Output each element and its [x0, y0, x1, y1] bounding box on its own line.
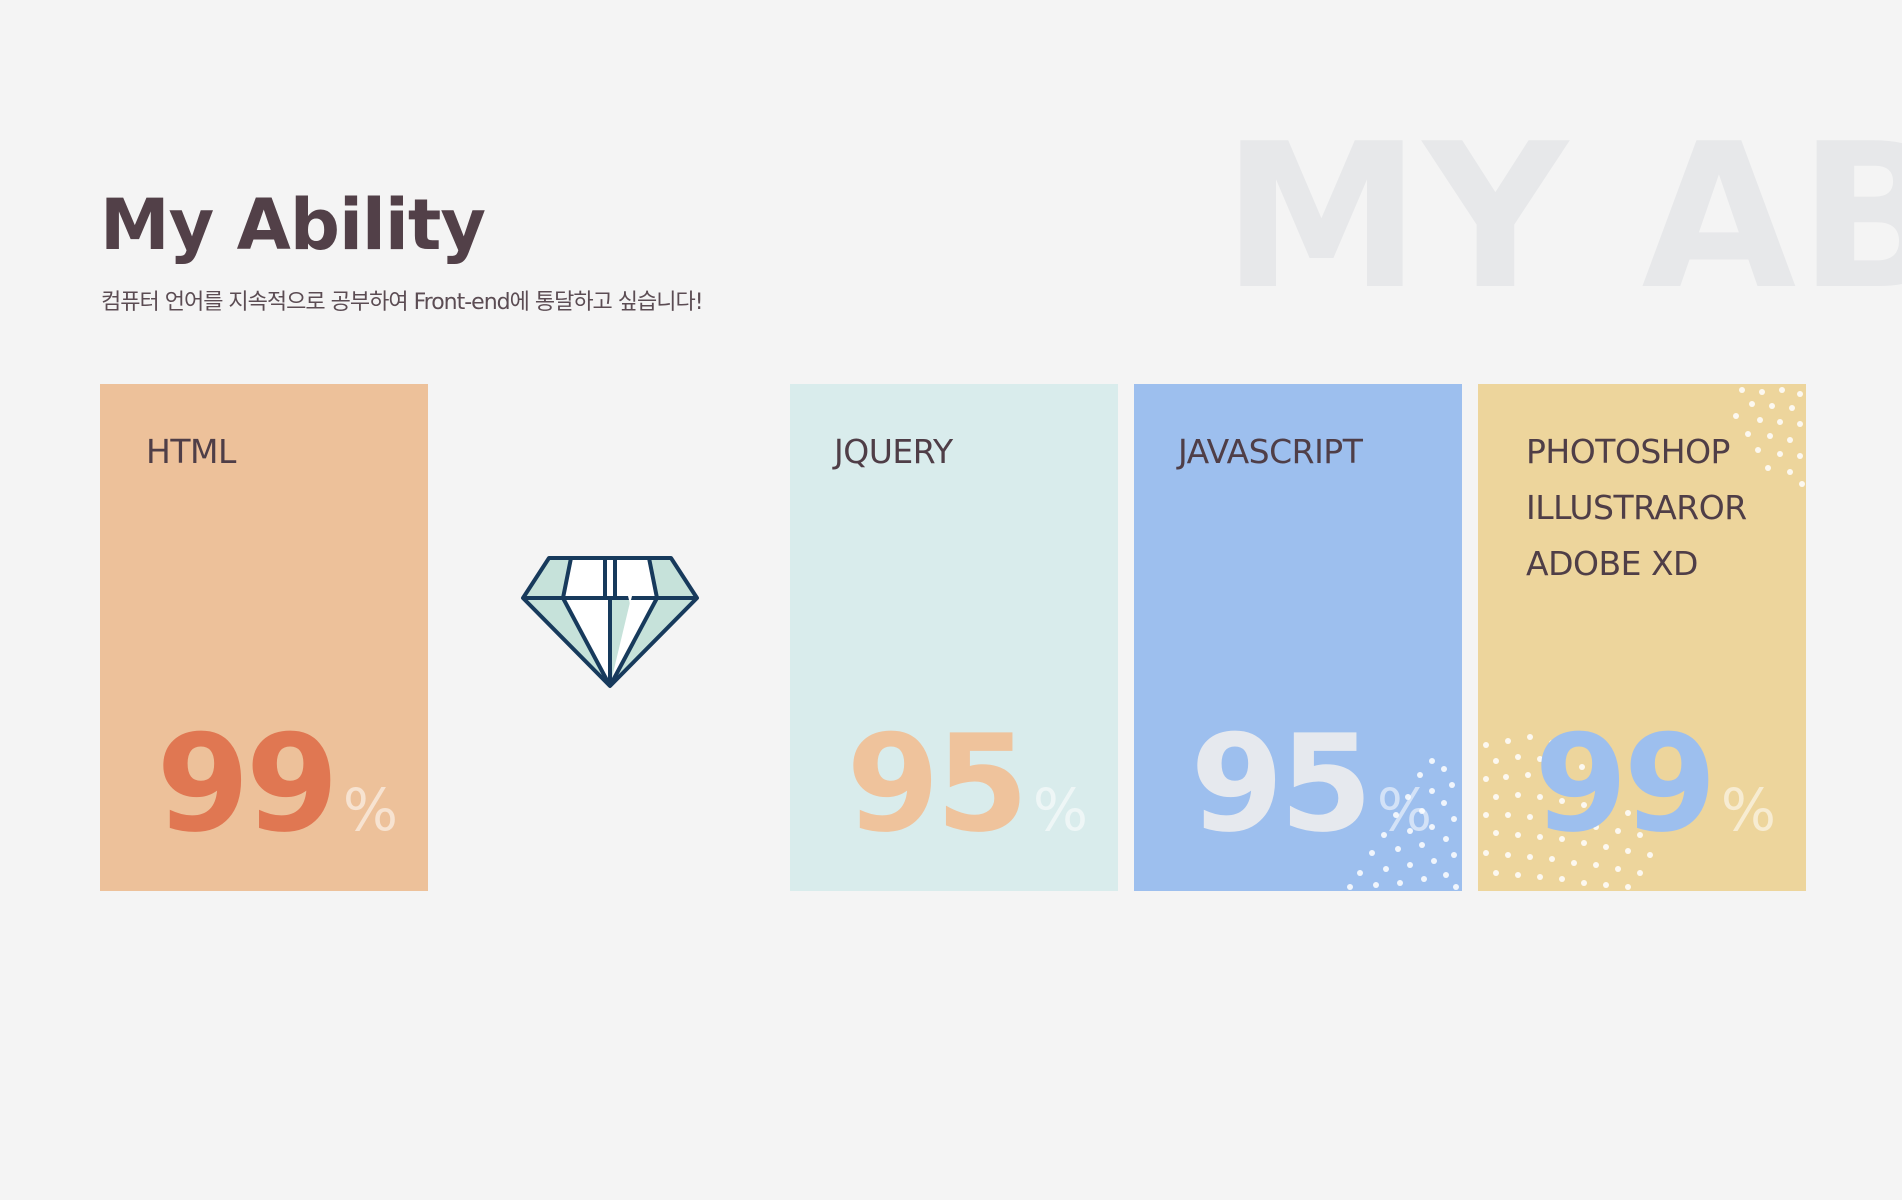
- skill-card-label: JQUERY: [834, 424, 953, 480]
- skill-name: HTML: [146, 432, 236, 471]
- skill-card-jquery: JQUERY 95%: [790, 384, 1118, 891]
- skill-percentage: 99%: [1534, 717, 1776, 851]
- percent-sign: %: [1720, 776, 1776, 844]
- skill-card-design-tools: PHOTOSHOP ILLUSTRAROR ADOBE XD 99%: [1478, 384, 1806, 891]
- skill-card-html: HTML 99%: [100, 384, 428, 891]
- skill-card-label: HTML: [146, 424, 236, 480]
- skill-percentage-value: 95: [1190, 706, 1372, 862]
- skill-percentage: 95%: [1190, 717, 1432, 851]
- percent-sign: %: [1032, 776, 1088, 844]
- section-title: My Ability: [100, 184, 486, 266]
- skill-name: ADOBE XD: [1526, 544, 1698, 583]
- skill-name: JQUERY: [834, 432, 953, 471]
- background-watermark-text: MY ABILITY: [1222, 101, 1902, 334]
- skill-name: ILLUSTRAROR: [1526, 488, 1747, 527]
- skill-percentage: 95%: [846, 717, 1088, 851]
- skill-percentage-value: 99: [156, 706, 338, 862]
- percent-sign: %: [342, 776, 398, 844]
- skill-percentage: 99%: [156, 717, 398, 851]
- percent-sign: %: [1376, 776, 1432, 844]
- section-subtitle: 컴퓨터 언어를 지속적으로 공부하여 Front-end에 통달하고 싶습니다!: [101, 290, 704, 315]
- skill-card-label: JAVASCRIPT: [1178, 424, 1363, 480]
- skill-card-javascript: JAVASCRIPT 95%: [1134, 384, 1462, 891]
- diamond-icon: [521, 556, 699, 688]
- ability-section: MY ABILITY My Ability 컴퓨터 언어를 지속적으로 공부하여…: [0, 0, 1902, 1200]
- skill-card-label: PHOTOSHOP ILLUSTRAROR ADOBE XD: [1526, 424, 1747, 592]
- skill-percentage-value: 95: [846, 706, 1028, 862]
- skill-name: JAVASCRIPT: [1178, 432, 1363, 471]
- skill-percentage-value: 99: [1534, 706, 1716, 862]
- skill-name: PHOTOSHOP: [1526, 432, 1730, 471]
